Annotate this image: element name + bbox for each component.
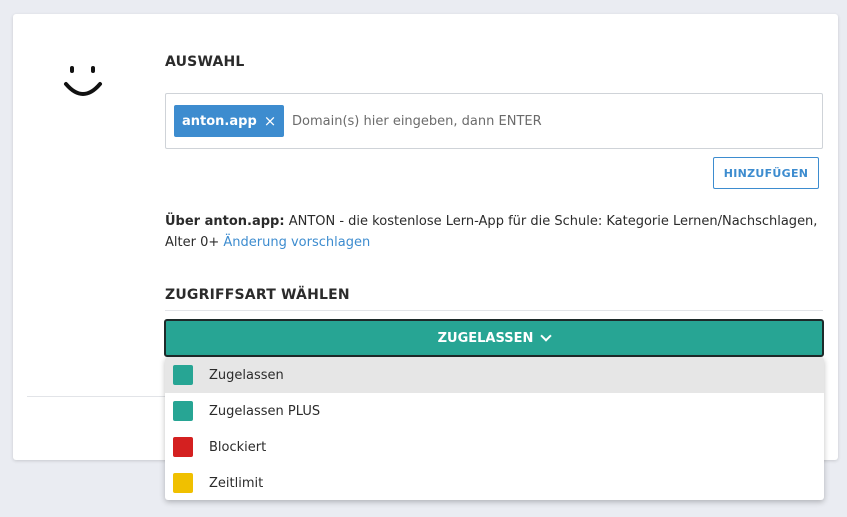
color-swatch-icon <box>173 401 193 421</box>
dropdown-option-zeitlimit[interactable]: Zeitlimit <box>165 465 824 500</box>
add-button[interactable]: HINZUFÜGEN <box>713 157 819 189</box>
section-title-auswahl: AUSWAHL <box>165 54 245 70</box>
dropdown-option-zugelassen-plus[interactable]: Zugelassen PLUS <box>165 393 824 429</box>
domain-info-prefix: Über anton.app: <box>165 214 285 229</box>
option-label: Blockiert <box>209 439 267 455</box>
divider <box>27 396 165 397</box>
domain-info: Über anton.app: ANTON - die kostenlose L… <box>165 211 825 253</box>
domain-tag-label: anton.app <box>182 113 257 129</box>
divider <box>165 310 823 311</box>
dropdown-option-zugelassen[interactable]: Zugelassen <box>165 357 824 393</box>
section-title-zugriffsart: ZUGRIFFSART WÄHLEN <box>165 287 350 303</box>
domain-tag-input[interactable]: anton.app × <box>165 93 823 149</box>
dropdown-option-blockiert[interactable]: Blockiert <box>165 429 824 465</box>
access-type-dropdown: Zugelassen Zugelassen PLUS Blockiert Zei… <box>165 357 824 500</box>
color-swatch-icon <box>173 365 193 385</box>
color-swatch-icon <box>173 473 193 493</box>
domain-tag: anton.app × <box>174 105 285 137</box>
chevron-down-icon <box>540 330 553 342</box>
access-type-selected-label: ZUGELASSEN <box>437 330 534 346</box>
access-type-select[interactable]: ZUGELASSEN <box>164 319 824 357</box>
close-icon[interactable]: × <box>264 112 277 130</box>
option-label: Zeitlimit <box>209 475 264 491</box>
domain-input[interactable] <box>292 105 812 137</box>
smiley-face-icon <box>64 66 102 96</box>
color-swatch-icon <box>173 437 193 457</box>
option-label: Zugelassen <box>209 367 284 383</box>
option-label: Zugelassen PLUS <box>209 403 321 419</box>
suggest-change-link[interactable]: Änderung vorschlagen <box>223 235 370 250</box>
